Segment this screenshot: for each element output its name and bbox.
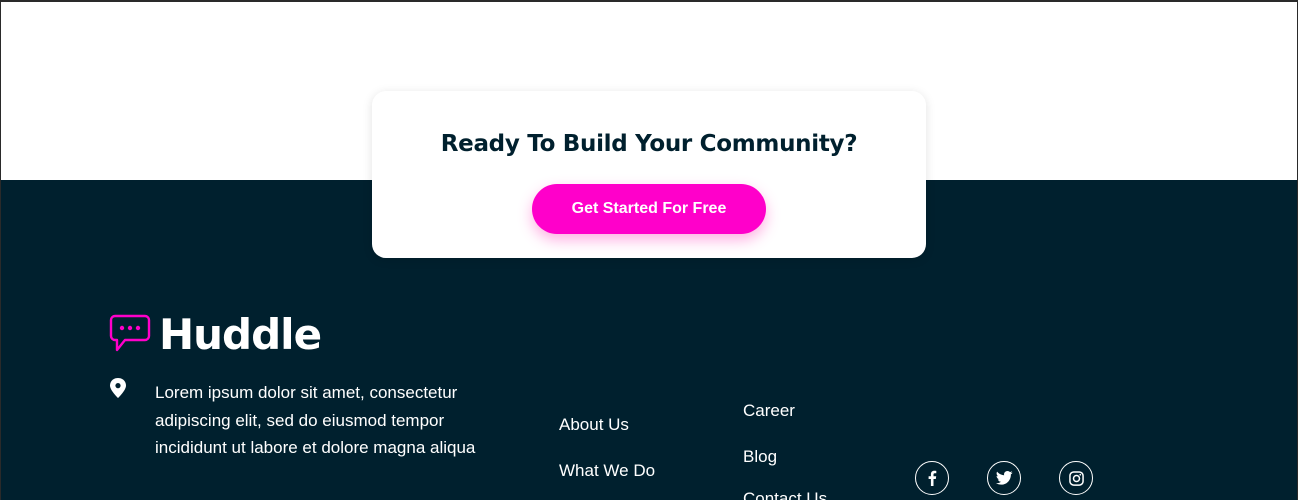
location-pin-icon — [110, 378, 126, 398]
footer-link-career[interactable]: Career — [743, 401, 795, 421]
instagram-button[interactable] — [1059, 461, 1093, 495]
twitter-button[interactable] — [987, 461, 1021, 495]
twitter-icon — [995, 471, 1013, 485]
cta-title: Ready To Build Your Community? — [440, 131, 858, 157]
footer-link-blog[interactable]: Blog — [743, 447, 777, 467]
chat-bubble-icon — [109, 314, 151, 352]
footer-link-about-us[interactable]: About Us — [559, 415, 629, 435]
footer-address: Lorem ipsum dolor sit amet, consectetur … — [155, 383, 476, 457]
footer-link-contact-us[interactable]: Contact Us — [743, 489, 827, 500]
footer-link-what-we-do[interactable]: What We Do — [559, 461, 655, 481]
facebook-icon — [928, 470, 937, 486]
brand-logo[interactable]: Huddle — [109, 309, 322, 359]
brand-name: Huddle — [159, 309, 322, 359]
facebook-button[interactable] — [915, 461, 949, 495]
instagram-icon — [1068, 470, 1084, 486]
cta-card: Ready To Build Your Community? Get Start… — [372, 91, 926, 258]
get-started-button[interactable]: Get Started For Free — [532, 184, 766, 234]
page: Ready To Build Your Community? Get Start… — [0, 0, 1298, 500]
